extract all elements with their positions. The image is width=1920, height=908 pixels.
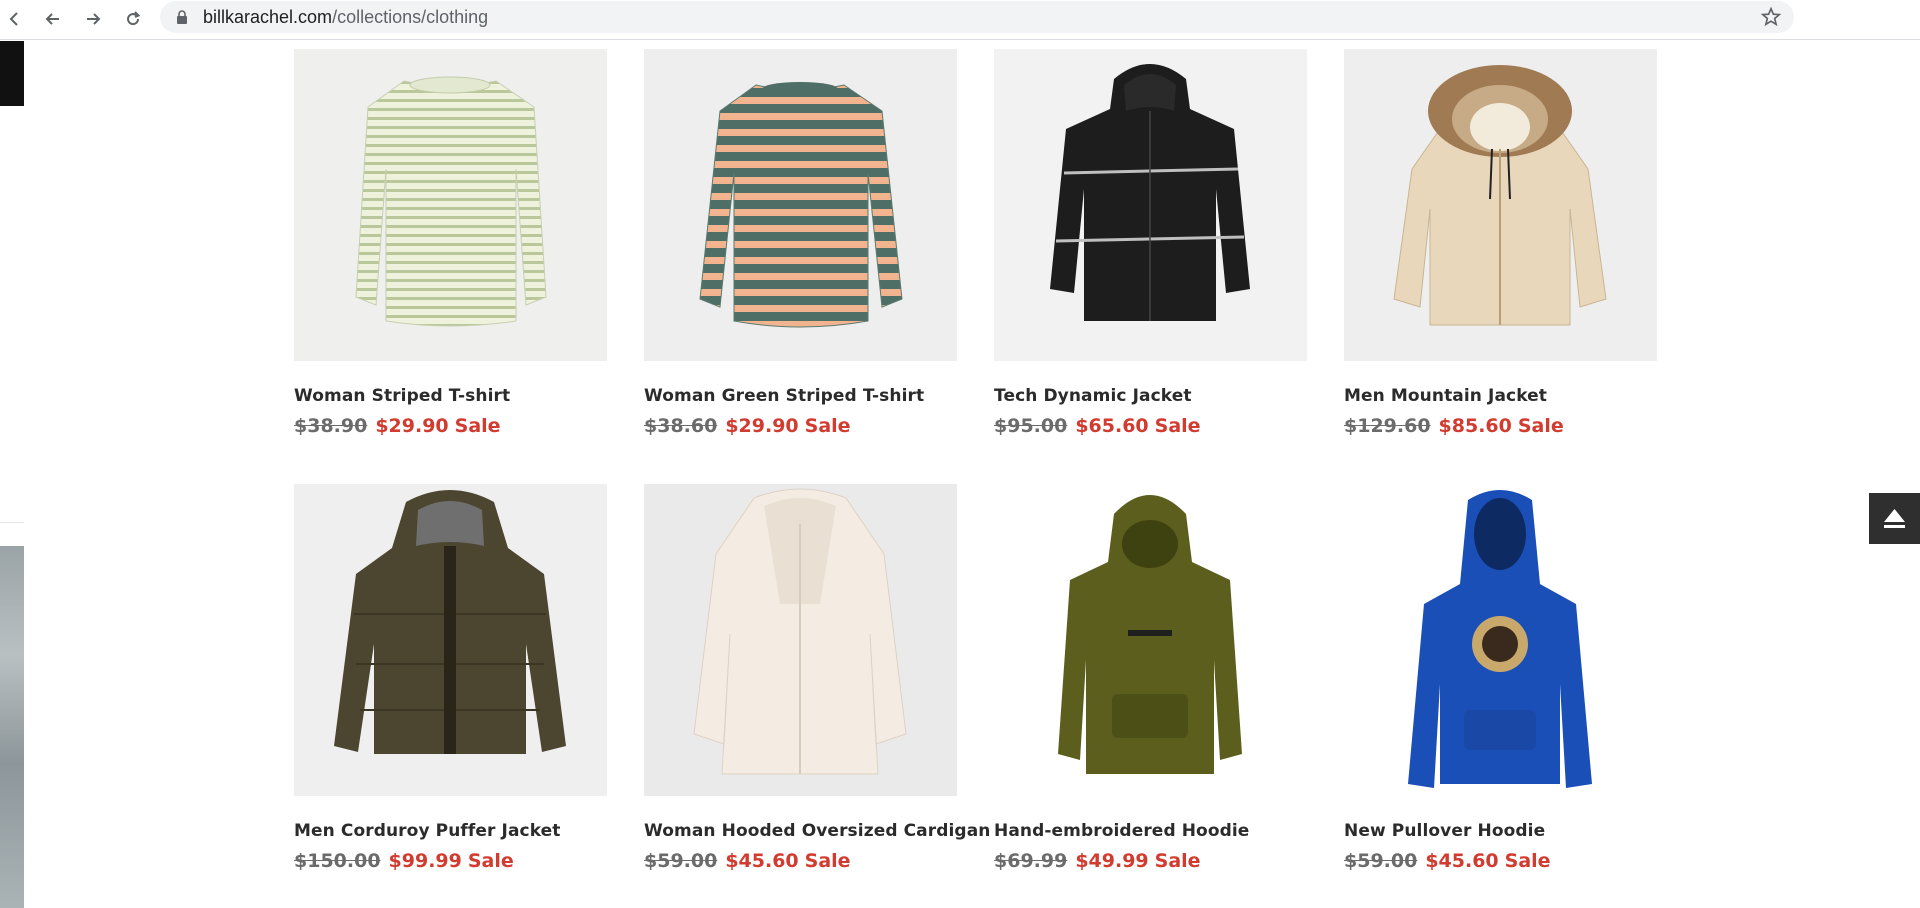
- original-price: $95.00: [994, 415, 1068, 437]
- product-card[interactable]: Woman Green Striped T-shirt $38.60 $29.90…: [644, 49, 957, 437]
- product-image[interactable]: [294, 49, 607, 361]
- product-card[interactable]: Men Corduroy Puffer Jacket $150.00 $99.99…: [294, 484, 607, 872]
- sale-price: $45.60: [1425, 850, 1499, 872]
- address-bar[interactable]: billkarachel.com/collections/clothing: [160, 1, 1794, 33]
- product-image[interactable]: [994, 484, 1307, 796]
- original-price: $38.90: [294, 415, 368, 437]
- original-price: $59.00: [1344, 850, 1418, 872]
- product-card[interactable]: Woman Hooded Oversized Cardigan $59.00 $4…: [644, 484, 990, 872]
- product-image[interactable]: [644, 49, 957, 361]
- lock-icon: [177, 10, 187, 24]
- sale-badge: Sale: [804, 850, 851, 872]
- url-text[interactable]: billkarachel.com/collections/clothing: [203, 7, 488, 28]
- sale-badge: Sale: [804, 415, 851, 437]
- product-card[interactable]: Hand-embroidered Hoodie $69.99 $49.99 Sale: [994, 484, 1307, 872]
- product-title[interactable]: Men Mountain Jacket: [1344, 386, 1657, 406]
- product-image[interactable]: [1344, 49, 1657, 361]
- product-card[interactable]: Tech Dynamic Jacket $95.00 $65.60 Sale: [994, 49, 1307, 437]
- price-row: $38.90 $29.90 Sale: [294, 415, 607, 437]
- url-path: /collections/clothing: [332, 7, 489, 27]
- side-drawer-tab[interactable]: [0, 41, 24, 106]
- original-price: $69.99: [994, 850, 1068, 872]
- original-price: $129.60: [1344, 415, 1431, 437]
- price-row: $59.00 $45.60 Sale: [644, 850, 957, 872]
- product-title[interactable]: Tech Dynamic Jacket: [994, 386, 1307, 406]
- sale-badge: Sale: [1154, 850, 1201, 872]
- sale-price: $29.90: [725, 415, 799, 437]
- sale-badge: Sale: [1517, 415, 1564, 437]
- product-title[interactable]: Woman Hooded Oversized Cardigan: [644, 821, 990, 841]
- product-title[interactable]: Men Corduroy Puffer Jacket: [294, 821, 607, 841]
- reload-icon[interactable]: [118, 4, 148, 34]
- sale-price: $29.90: [375, 415, 449, 437]
- forward-arrow-icon[interactable]: [78, 4, 108, 34]
- tab-back-chevron-icon[interactable]: [0, 4, 30, 34]
- product-image[interactable]: [1344, 484, 1657, 796]
- price-row: $95.00 $65.60 Sale: [994, 415, 1307, 437]
- sale-price: $85.60: [1438, 415, 1512, 437]
- price-row: $150.00 $99.99 Sale: [294, 850, 607, 872]
- product-card[interactable]: New Pullover Hoodie $59.00 $45.60 Sale: [1344, 484, 1657, 872]
- price-row: $69.99 $49.99 Sale: [994, 850, 1307, 872]
- sale-price: $49.99: [1075, 850, 1149, 872]
- product-card[interactable]: Woman Striped T-shirt $38.90 $29.90 Sale: [294, 49, 607, 437]
- background-image-strip: [0, 546, 24, 908]
- bookmark-star-icon[interactable]: [1760, 6, 1782, 28]
- sale-badge: Sale: [1504, 850, 1551, 872]
- product-card[interactable]: Men Mountain Jacket $129.60 $85.60 Sale: [1344, 49, 1657, 437]
- original-price: $38.60: [644, 415, 718, 437]
- product-title[interactable]: Woman Green Striped T-shirt: [644, 386, 957, 406]
- eject-up-icon: [1884, 509, 1905, 528]
- browser-toolbar: billkarachel.com/collections/clothing: [0, 0, 1920, 40]
- url-domain: billkarachel.com: [203, 7, 333, 27]
- divider: [0, 522, 24, 523]
- product-image[interactable]: [994, 49, 1307, 361]
- product-title[interactable]: Woman Striped T-shirt: [294, 386, 607, 406]
- price-row: $59.00 $45.60 Sale: [1344, 850, 1657, 872]
- scroll-to-top-button[interactable]: [1869, 493, 1920, 544]
- sale-price: $45.60: [725, 850, 799, 872]
- sale-price: $99.99: [388, 850, 462, 872]
- sale-price: $65.60: [1075, 415, 1149, 437]
- sale-badge: Sale: [1154, 415, 1201, 437]
- price-row: $38.60 $29.90 Sale: [644, 415, 957, 437]
- product-title[interactable]: Hand-embroidered Hoodie: [994, 821, 1307, 841]
- product-title[interactable]: New Pullover Hoodie: [1344, 821, 1657, 841]
- price-row: $129.60 $85.60 Sale: [1344, 415, 1657, 437]
- original-price: $59.00: [644, 850, 718, 872]
- original-price: $150.00: [294, 850, 381, 872]
- sale-badge: Sale: [467, 850, 514, 872]
- sale-badge: Sale: [454, 415, 501, 437]
- back-arrow-icon[interactable]: [38, 4, 68, 34]
- product-image[interactable]: [294, 484, 607, 796]
- product-image[interactable]: [644, 484, 957, 796]
